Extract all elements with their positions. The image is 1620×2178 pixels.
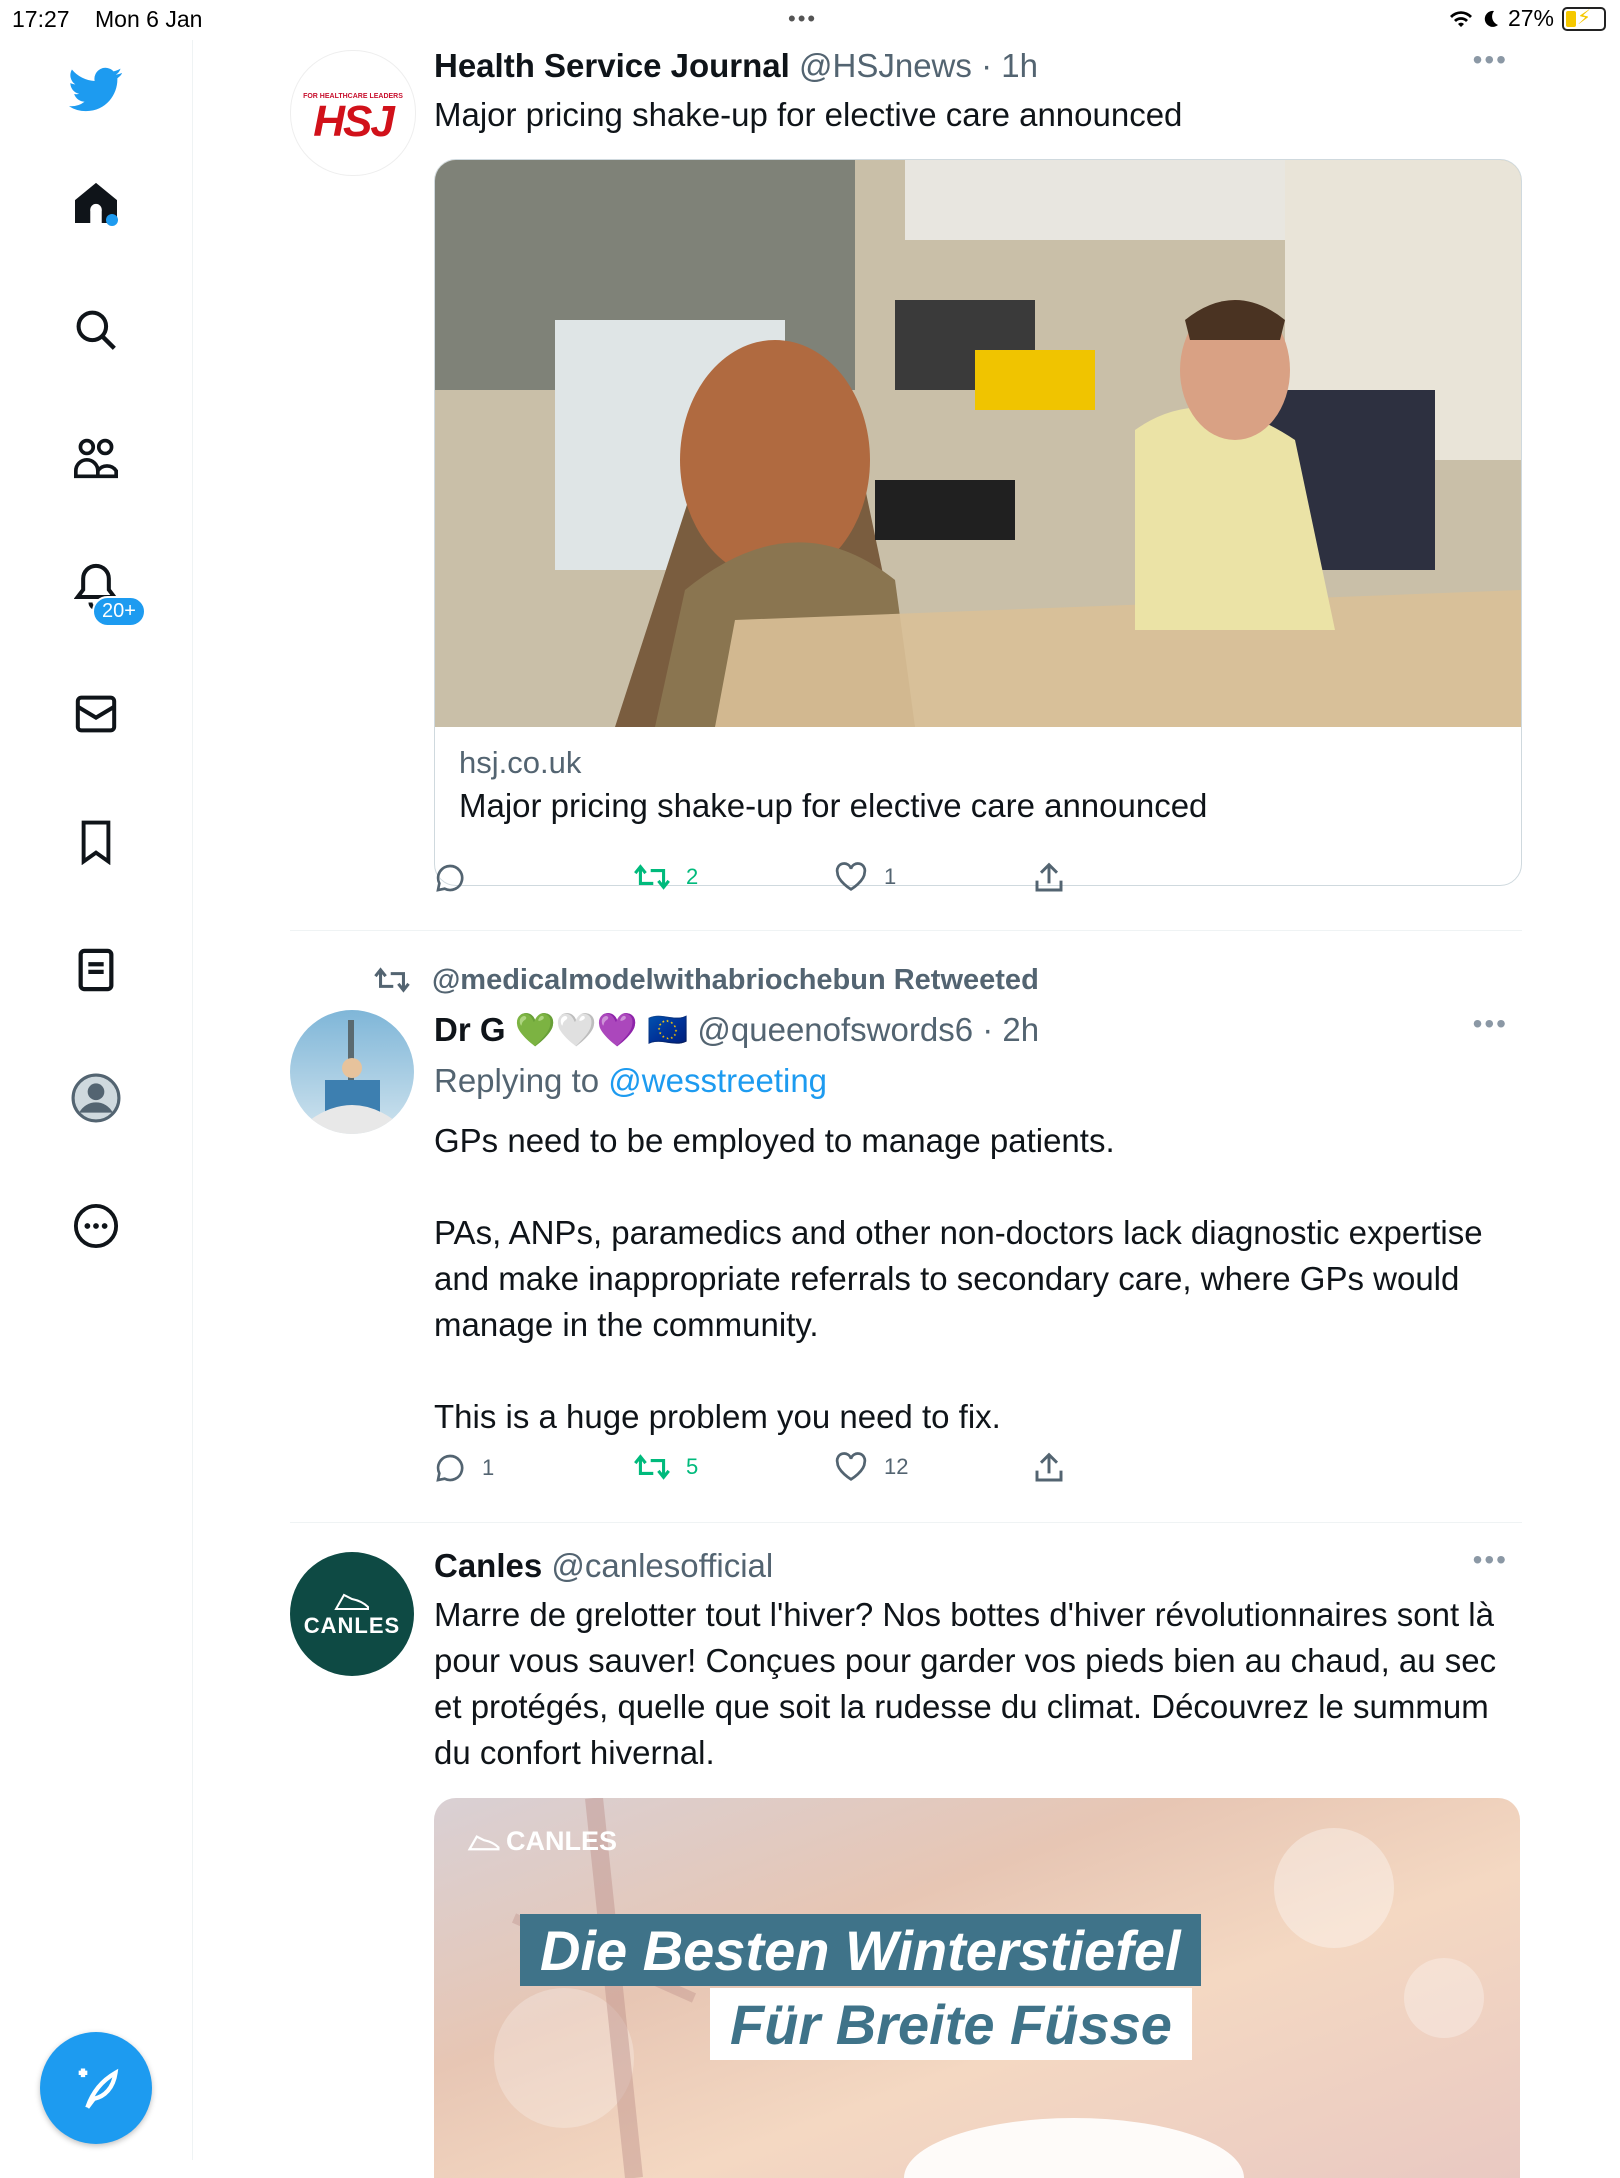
search-icon[interactable] bbox=[68, 302, 124, 358]
reply-button[interactable]: 1 bbox=[434, 1452, 494, 1484]
like-button[interactable]: 1 bbox=[834, 862, 896, 892]
lists-icon[interactable] bbox=[68, 942, 124, 998]
replying-to-link[interactable]: @wesstreeting bbox=[608, 1062, 827, 1099]
shoe-logo-icon bbox=[334, 1593, 369, 1610]
promo-image[interactable]: CANLES Die Besten Winterstiefel Für Brei… bbox=[434, 1798, 1520, 2178]
retweeted-icon bbox=[374, 967, 410, 993]
author-name[interactable]: Canles bbox=[434, 1547, 542, 1584]
reply-icon bbox=[436, 864, 464, 892]
tweet-more-icon[interactable]: ••• bbox=[1473, 1544, 1508, 1576]
retweet-icon bbox=[634, 1454, 670, 1480]
share-icon bbox=[1035, 1452, 1063, 1482]
author-handle[interactable]: @canlesofficial bbox=[551, 1547, 773, 1584]
battery-percent: 27% bbox=[1507, 5, 1554, 31]
retweet-button[interactable]: 2 bbox=[634, 862, 698, 892]
reply-icon bbox=[436, 1454, 464, 1482]
link-card[interactable]: hsj.co.uk Major pricing shake-up for ele… bbox=[434, 159, 1522, 886]
status-indicators: 27% ⚡ bbox=[1448, 5, 1606, 32]
clinic-consultation-photo bbox=[435, 160, 1521, 727]
tweet-actions: 2 1 bbox=[434, 862, 1334, 902]
author-handle[interactable]: @HSJnews bbox=[799, 47, 972, 84]
retweet-context: @medicalmodelwithabriochebun Retweeted bbox=[374, 958, 1039, 1002]
tweet-more-icon[interactable]: ••• bbox=[1473, 1008, 1508, 1040]
promo-headline-1: Die Besten Winterstiefel bbox=[520, 1914, 1201, 1986]
notifications-badge: 20+ bbox=[92, 596, 146, 627]
tweet-header: Dr G 💚🤍💜 🇪🇺 @queenofswords6 · 2h bbox=[434, 1008, 1522, 1052]
author-name[interactable]: Dr G bbox=[434, 1011, 506, 1048]
tweet-more-icon[interactable]: ••• bbox=[1473, 44, 1508, 76]
tweet-body: Health Service Journal @HSJnews · 1h •••… bbox=[434, 44, 1522, 138]
moon-icon bbox=[1484, 10, 1498, 27]
heart-icon bbox=[835, 862, 867, 891]
tweet-actions: 1 5 12 bbox=[434, 1452, 1334, 1492]
sidebar: 20+ bbox=[0, 40, 193, 2160]
tweet-text: GPs need to be employed to manage patien… bbox=[434, 1122, 1483, 1435]
profile-avatar-icon[interactable] bbox=[68, 1070, 124, 1126]
tweet-body: Dr G 💚🤍💜 🇪🇺 @queenofswords6 · 2h ••• Rep… bbox=[434, 1008, 1522, 1440]
promo-brand: CANLES bbox=[466, 1826, 617, 1857]
retweet-icon bbox=[634, 864, 670, 890]
tweet-divider bbox=[290, 930, 1522, 931]
wifi-icon bbox=[1449, 10, 1472, 27]
replying-to-line: Replying to @wesstreeting bbox=[434, 1062, 828, 1099]
tweet-time[interactable]: · 1h bbox=[981, 47, 1038, 84]
status-bar: 17:27 Mon 6 Jan ••• 27% ⚡ bbox=[0, 0, 1620, 40]
tweet-divider bbox=[290, 1522, 1522, 1523]
heart-icon bbox=[835, 1452, 867, 1481]
battery-icon: ⚡ bbox=[1562, 6, 1606, 31]
promo-headline-2: Für Breite Füsse bbox=[710, 1988, 1192, 2060]
retweeted-by[interactable]: @medicalmodelwithabriochebun Retweeted bbox=[432, 958, 1039, 1002]
canles-avatar[interactable]: CANLES bbox=[290, 1552, 414, 1676]
card-title: Major pricing shake-up for elective care… bbox=[459, 787, 1208, 824]
messages-icon[interactable] bbox=[68, 686, 124, 742]
twitter-logo-icon[interactable] bbox=[68, 62, 124, 118]
article-photo bbox=[435, 160, 1521, 727]
tweet-text: Marre de grelotter tout l'hiver? Nos bot… bbox=[434, 1596, 1497, 1771]
home-unread-dot bbox=[106, 214, 118, 226]
tweet-time[interactable]: · 2h bbox=[982, 1011, 1039, 1048]
reply-button[interactable] bbox=[434, 862, 482, 894]
status-date: Mon 6 Jan bbox=[95, 6, 203, 32]
more-options-icon[interactable] bbox=[68, 1198, 124, 1254]
communities-icon[interactable] bbox=[68, 430, 124, 486]
multitasking-dots-icon[interactable]: ••• bbox=[788, 6, 817, 32]
like-button[interactable]: 12 bbox=[834, 1452, 908, 1482]
dr-g-avatar[interactable] bbox=[290, 1010, 414, 1134]
author-emoji: 💚🤍💜 🇪🇺 bbox=[514, 1011, 689, 1048]
tweet-header: Canles @canlesofficial bbox=[434, 1544, 1522, 1588]
feather-plus-icon bbox=[78, 2068, 119, 2109]
compose-tweet-button[interactable] bbox=[40, 2032, 152, 2144]
card-domain: hsj.co.uk bbox=[459, 745, 582, 780]
tweet-header: Health Service Journal @HSJnews · 1h bbox=[434, 44, 1522, 88]
share-button[interactable] bbox=[1034, 1452, 1064, 1484]
author-handle[interactable]: @queenofswords6 bbox=[697, 1011, 973, 1048]
shoe-logo-icon bbox=[467, 1834, 500, 1850]
tweet-body: Canles @canlesofficial ••• Marre de grel… bbox=[434, 1544, 1522, 1776]
status-time: 17:27 bbox=[12, 6, 70, 32]
bookmarks-icon[interactable] bbox=[68, 814, 124, 870]
share-icon bbox=[1035, 862, 1063, 892]
hsj-avatar[interactable]: FOR HEALTHCARE LEADERS HSJ bbox=[290, 50, 416, 176]
tweet-text: Major pricing shake-up for elective care… bbox=[434, 96, 1183, 133]
retweet-button[interactable]: 5 bbox=[634, 1452, 698, 1482]
author-name[interactable]: Health Service Journal bbox=[434, 47, 790, 84]
share-button[interactable] bbox=[1034, 862, 1064, 894]
